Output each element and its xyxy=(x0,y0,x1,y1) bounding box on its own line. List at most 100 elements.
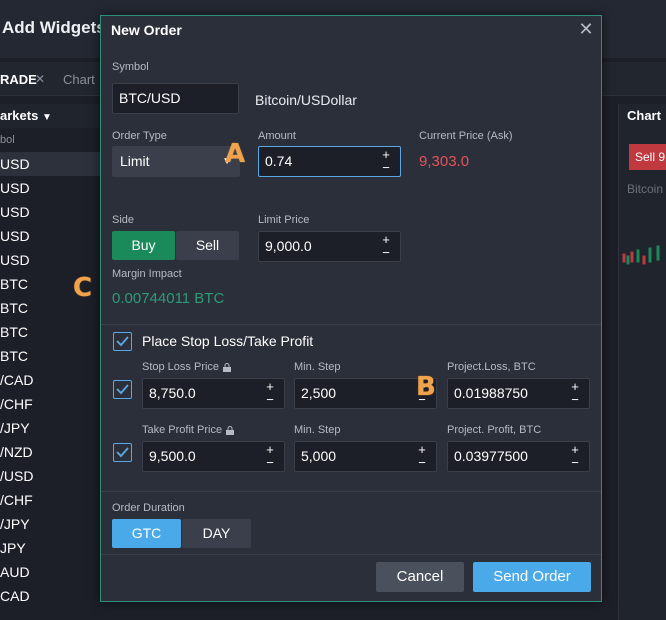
chart-panel: Chart Sell 9 Bitcoin xyxy=(618,104,666,620)
day-button[interactable]: DAY xyxy=(182,519,251,548)
market-row[interactable]: /NZD xyxy=(0,440,110,464)
project-loss-stepper[interactable]: + − xyxy=(563,380,587,407)
tp-min-step-value: 5,000 xyxy=(301,448,337,464)
market-row[interactable]: /CHF xyxy=(0,392,110,416)
order-duration-label: Order Duration xyxy=(112,502,185,514)
chart-sell-button[interactable]: Sell 9 xyxy=(629,144,666,170)
cancel-button[interactable]: Cancel xyxy=(376,562,464,592)
market-row[interactable]: BTC xyxy=(0,320,110,344)
buy-button[interactable]: Buy xyxy=(112,231,175,260)
project-loss-label: Project.Loss, BTC xyxy=(447,361,536,373)
sell-button[interactable]: Sell xyxy=(176,231,239,260)
stop-loss-input[interactable]: 8,750.0 + − xyxy=(142,378,285,409)
market-row[interactable]: /JPY xyxy=(0,416,110,440)
symbol-label: Symbol xyxy=(112,61,149,73)
divider xyxy=(101,324,601,325)
decrement-button[interactable]: − xyxy=(374,161,398,174)
marker-a: A xyxy=(225,139,246,169)
stop-take-checkbox[interactable] xyxy=(113,332,132,351)
limit-price-input[interactable]: 9,000.0 + − xyxy=(258,231,401,262)
project-profit-value: 0.03977500 xyxy=(454,448,528,464)
decrement-button[interactable]: − xyxy=(374,246,398,259)
markets-title[interactable]: arkets ▼ xyxy=(0,108,52,123)
stop-take-label: Place Stop Loss/Take Profit xyxy=(142,333,314,349)
project-loss-input[interactable]: 0.01988750 + − xyxy=(447,378,590,409)
project-profit-stepper[interactable]: + − xyxy=(563,443,587,470)
new-order-dialog: New Order ✕ Symbol BTC/USD Bitcoin/USDol… xyxy=(100,15,602,602)
market-row[interactable]: /CAD xyxy=(0,368,110,392)
decrement-button[interactable]: − xyxy=(258,393,282,406)
market-row[interactable]: /CHF xyxy=(0,488,110,512)
take-profit-label-text: Take Profit Price xyxy=(142,424,223,436)
order-type-value: Limit xyxy=(120,153,150,169)
marker-b: B xyxy=(416,372,436,402)
candlestick-icon xyxy=(622,245,660,265)
tp-min-step-stepper[interactable]: + − xyxy=(410,443,434,470)
amount-value: 0.74 xyxy=(265,153,293,169)
tp-min-step-input[interactable]: 5,000 + − xyxy=(294,441,437,472)
decrement-button[interactable]: − xyxy=(410,456,434,469)
chart-title: Chart xyxy=(627,108,661,123)
market-row[interactable]: USD xyxy=(0,248,110,272)
current-price-label: Current Price (Ask) xyxy=(419,130,513,142)
stop-loss-label: Stop Loss Price xyxy=(142,361,232,373)
decrement-button[interactable]: − xyxy=(258,456,282,469)
order-type-select[interactable]: Limit ▼ xyxy=(112,146,240,177)
tab-chart[interactable]: Chart xyxy=(63,72,95,87)
lock-icon xyxy=(223,362,232,372)
send-order-button[interactable]: Send Order xyxy=(473,562,591,592)
market-row[interactable]: USD xyxy=(0,200,110,224)
market-row[interactable]: BTC xyxy=(0,344,110,368)
stop-loss-label-text: Stop Loss Price xyxy=(142,361,220,373)
limit-price-value: 9,000.0 xyxy=(265,238,312,254)
symbol-column-header: bol xyxy=(0,134,15,146)
limit-price-label: Limit Price xyxy=(258,214,310,226)
margin-impact-label: Margin Impact xyxy=(112,268,182,280)
market-row[interactable]: USD xyxy=(0,152,110,176)
decrement-button[interactable]: − xyxy=(563,393,587,406)
market-row[interactable]: /USD xyxy=(0,464,110,488)
caret-down-icon: ▼ xyxy=(41,112,52,123)
amount-input[interactable]: 0.74 + − xyxy=(258,146,401,177)
dialog-title: New Order xyxy=(111,22,182,38)
market-row[interactable]: /JPY xyxy=(0,512,110,536)
check-icon xyxy=(116,384,129,395)
lock-icon xyxy=(226,425,235,435)
amount-label: Amount xyxy=(258,130,296,142)
marker-c: C xyxy=(73,273,93,303)
take-profit-checkbox[interactable] xyxy=(113,443,132,462)
tab-trade[interactable]: RADE xyxy=(0,72,37,87)
stop-loss-stepper[interactable]: + − xyxy=(258,380,282,407)
market-row[interactable]: CAD xyxy=(0,584,110,608)
add-widgets-title[interactable]: Add Widgets xyxy=(2,18,106,38)
symbol-field[interactable]: BTC/USD xyxy=(112,83,239,114)
tab-close-icon[interactable]: ✕ xyxy=(35,72,45,86)
margin-impact-value: 0.00744011 BTC xyxy=(112,290,225,307)
close-icon[interactable]: ✕ xyxy=(575,18,597,40)
decrement-button[interactable]: − xyxy=(563,456,587,469)
amount-stepper[interactable]: + − xyxy=(374,148,398,175)
stop-loss-checkbox[interactable] xyxy=(113,380,132,399)
take-profit-label: Take Profit Price xyxy=(142,424,235,436)
divider xyxy=(101,491,601,492)
chart-pair: Bitcoin xyxy=(627,182,664,196)
project-loss-value: 0.01988750 xyxy=(454,385,528,401)
market-row[interactable]: USD xyxy=(0,176,110,200)
project-profit-label: Project. Profit, BTC xyxy=(447,424,542,436)
check-icon xyxy=(116,336,129,347)
limit-price-stepper[interactable]: + − xyxy=(374,233,398,260)
project-profit-input[interactable]: 0.03977500 + − xyxy=(447,441,590,472)
order-type-label: Order Type xyxy=(112,130,167,142)
sl-min-step-value: 2,500 xyxy=(301,385,337,401)
market-row[interactable]: JPY xyxy=(0,536,110,560)
gtc-button[interactable]: GTC xyxy=(112,519,181,548)
market-row[interactable]: AUD xyxy=(0,560,110,584)
take-profit-input[interactable]: 9,500.0 + − xyxy=(142,441,285,472)
divider xyxy=(101,554,601,555)
market-row[interactable]: BTC xyxy=(0,296,110,320)
take-profit-stepper[interactable]: + − xyxy=(258,443,282,470)
market-row[interactable]: USD xyxy=(0,224,110,248)
stop-loss-value: 8,750.0 xyxy=(149,385,196,401)
take-profit-value: 9,500.0 xyxy=(149,448,196,464)
market-row[interactable]: BTC xyxy=(0,272,110,296)
